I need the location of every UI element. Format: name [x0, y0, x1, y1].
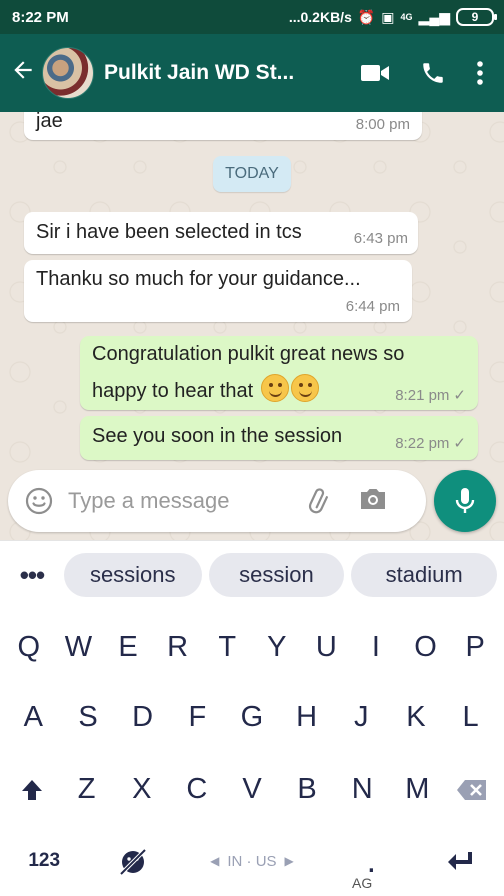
key-s[interactable]: S — [64, 697, 112, 737]
message-text: Congratulation pulkit great news so — [92, 343, 405, 365]
avatar[interactable] — [42, 47, 94, 99]
key-l[interactable]: L — [447, 697, 495, 737]
smiling-face-emoji — [260, 374, 289, 402]
key-f[interactable]: F — [173, 697, 221, 737]
emoji-icon[interactable] — [24, 486, 54, 516]
key-u[interactable]: U — [302, 627, 350, 667]
key-k[interactable]: K — [392, 697, 440, 737]
key-n[interactable]: N — [338, 769, 386, 809]
key-i[interactable]: I — [352, 627, 400, 667]
message-incoming[interactable]: Thanku so much for your guidance... 6:44… — [24, 260, 412, 322]
suggestion-chip[interactable]: sessions — [63, 553, 202, 597]
key-e[interactable]: E — [104, 627, 152, 667]
message-text: Thanku so much for your guidance... — [36, 268, 361, 290]
message-outgoing[interactable]: See you soon in the session 8:22 pm ✓ — [80, 416, 478, 460]
suggestion-strip: ••• sessions session stadium — [0, 553, 504, 597]
key-a[interactable]: A — [9, 697, 57, 737]
language-label: IN · US — [227, 852, 277, 870]
numbers-key[interactable]: 123 — [20, 841, 68, 881]
shift-icon[interactable] — [8, 769, 56, 809]
key-t[interactable]: T — [203, 627, 251, 667]
alarm-icon: ⏰ — [357, 8, 376, 25]
sent-tick-icon: ✓ — [453, 387, 466, 404]
message-time: 8:21 pm ✓ — [395, 386, 466, 404]
key-p[interactable]: P — [451, 627, 499, 667]
backspace-icon[interactable] — [448, 769, 496, 809]
key-row-4: 123 ◀ IN · US ▶ . — [0, 841, 504, 881]
message-outgoing[interactable]: Congratulation pulkit great news so happ… — [80, 336, 478, 410]
enter-icon[interactable] — [436, 841, 484, 881]
message-time: 6:43 pm — [353, 230, 408, 247]
key-d[interactable]: D — [119, 697, 167, 737]
message-time: 8:22 pm ✓ — [395, 434, 466, 452]
message-time: 8:00 pm — [355, 116, 410, 133]
status-bar: 8:22 PM ...0.2KB/s ⏰ ▣ 4G ▂▄▆ 9 — [0, 0, 504, 34]
message-time: 6:44 pm — [345, 298, 400, 315]
key-row-2: A S D F G H J K L — [0, 697, 504, 737]
key-w[interactable]: W — [54, 627, 102, 667]
message-incoming[interactable]: Sir i have been selected in tcs 6:43 pm — [24, 212, 418, 254]
net-speed: ...0.2KB/s — [288, 9, 352, 25]
status-time: 8:22 PM — [12, 8, 69, 26]
key-h[interactable]: H — [283, 697, 331, 737]
key-q[interactable]: Q — [5, 627, 53, 667]
chevron-left-icon: ◀ — [210, 854, 220, 868]
back-arrow-icon[interactable] — [4, 57, 42, 90]
header-actions — [360, 60, 484, 86]
key-g[interactable]: G — [228, 697, 276, 737]
signal-icon: ▂▄▆ — [418, 8, 450, 25]
key-j[interactable]: J — [337, 697, 385, 737]
message-text-line2: happy to hear that — [92, 374, 319, 403]
spacebar[interactable]: ◀ IN · US ▶ — [197, 853, 307, 870]
key-x[interactable]: X — [118, 769, 166, 809]
key-r[interactable]: R — [154, 627, 202, 667]
mic-button[interactable] — [434, 470, 496, 532]
chat-header: Pulkit Jain WD St... — [0, 34, 504, 112]
ag-badge: AG — [352, 875, 373, 891]
volte-icon: ▣ — [381, 8, 395, 25]
message-text: See you soon in the session — [92, 425, 343, 447]
network-type: 4G — [400, 12, 413, 22]
period-key[interactable]: . — [347, 844, 395, 878]
battery-level: 9 — [471, 10, 479, 24]
key-row-3: Z X C V B N M — [0, 769, 504, 809]
key-row-1: Q W E R T Y U I O P — [0, 627, 504, 667]
key-v[interactable]: V — [228, 769, 276, 809]
date-chip: TODAY — [213, 156, 291, 192]
message-incoming[interactable]: jae 8:00 pm — [24, 112, 422, 140]
message-text: jae — [36, 112, 63, 132]
message-time-text: 8:22 pm — [395, 435, 450, 452]
emoji-off-icon[interactable] — [109, 841, 157, 881]
battery-icon: 9 — [456, 8, 497, 26]
status-right: ...0.2KB/s ⏰ ▣ 4G ▂▄▆ 9 — [288, 8, 497, 26]
contact-name[interactable]: Pulkit Jain WD St... — [104, 61, 360, 85]
suggestion-chip[interactable]: session — [208, 553, 345, 597]
key-y[interactable]: Y — [253, 627, 301, 667]
message-composer — [8, 470, 426, 532]
mic-icon — [455, 488, 475, 513]
message-input[interactable] — [68, 488, 298, 514]
message-time-text: 8:21 pm — [395, 387, 450, 404]
suggestion-chip[interactable]: stadium — [351, 553, 498, 597]
message-text: happy to hear that — [92, 380, 254, 402]
attachment-icon[interactable] — [304, 484, 334, 519]
key-c[interactable]: C — [173, 769, 221, 809]
message-text: Sir i have been selected in tcs — [36, 221, 302, 243]
camera-icon[interactable] — [358, 486, 388, 517]
key-z[interactable]: Z — [63, 769, 111, 809]
key-m[interactable]: M — [393, 769, 441, 809]
keyboard-menu-button[interactable]: ••• — [0, 560, 64, 591]
key-b[interactable]: B — [283, 769, 331, 809]
chevron-right-icon: ▶ — [284, 854, 294, 868]
phone-icon[interactable] — [420, 60, 446, 86]
key-o[interactable]: O — [402, 627, 450, 667]
keyboard: ••• sessions session stadium Q W E R T Y… — [0, 540, 504, 896]
more-vert-icon[interactable] — [476, 60, 484, 86]
sent-tick-icon: ✓ — [453, 435, 466, 452]
video-call-icon[interactable] — [360, 62, 390, 84]
smiling-face-emoji — [290, 374, 319, 402]
